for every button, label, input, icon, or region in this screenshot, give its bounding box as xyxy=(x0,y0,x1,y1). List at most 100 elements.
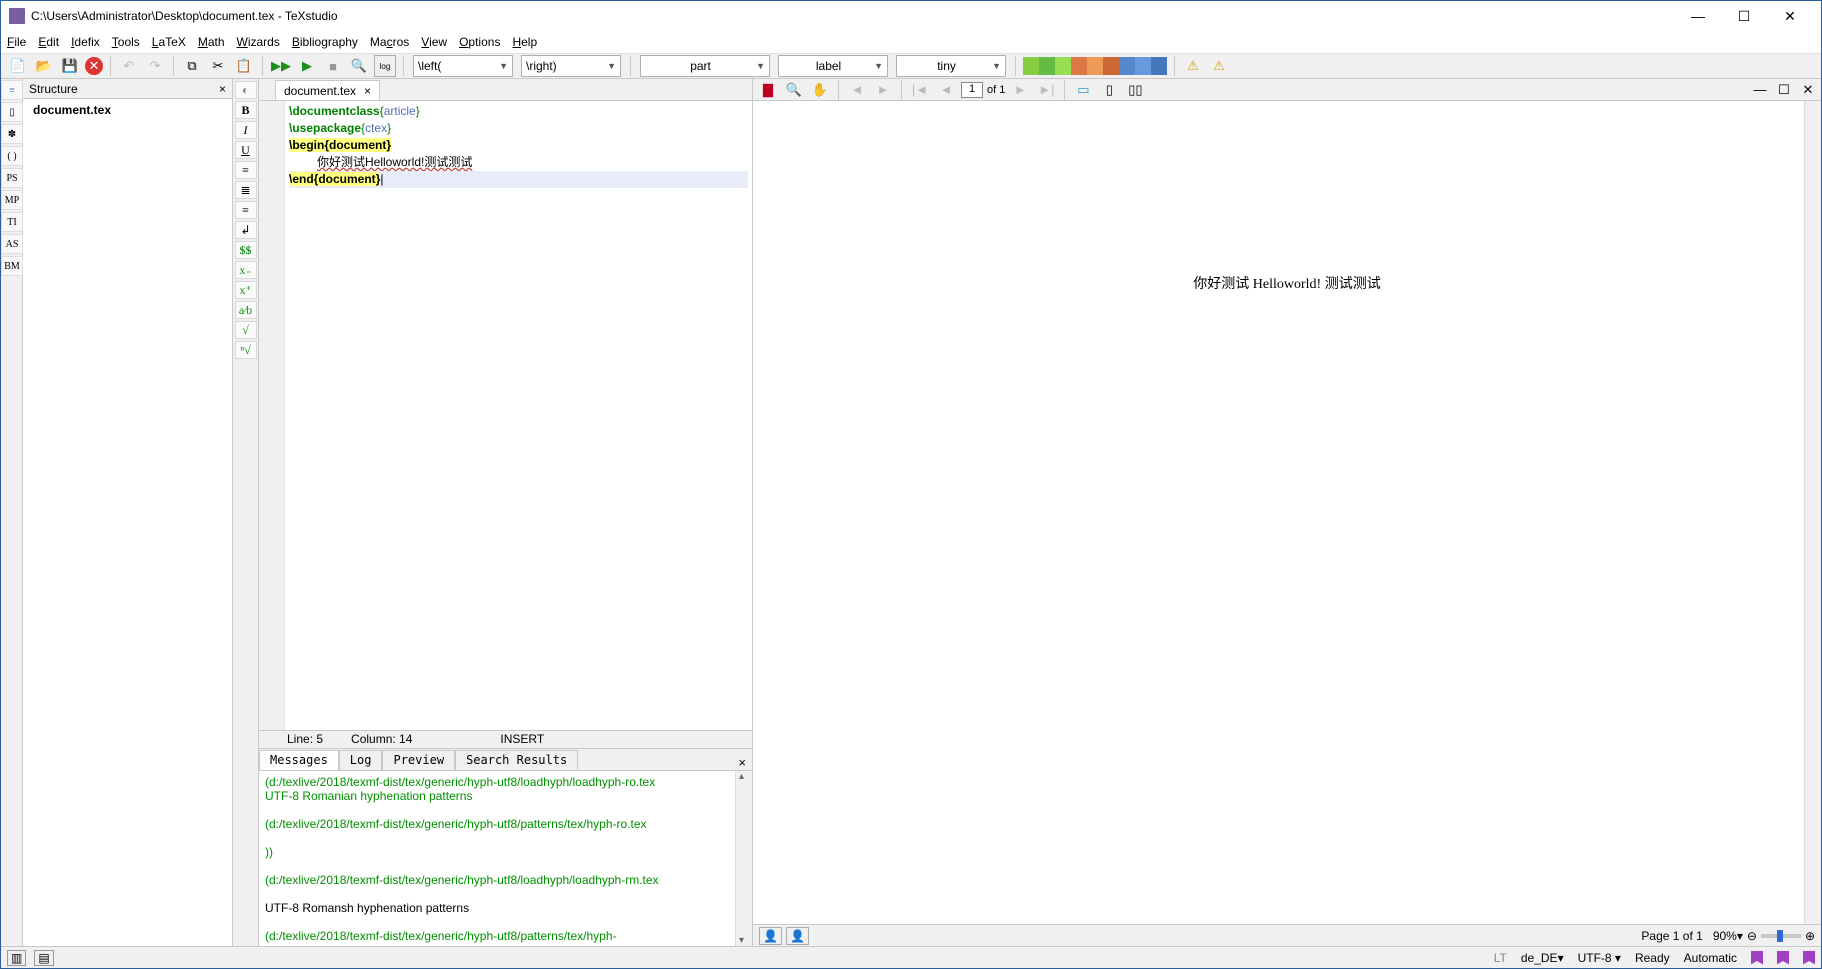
zoom-in-icon[interactable]: ⊕ xyxy=(1805,929,1815,943)
ref-dropdown[interactable]: label▼ xyxy=(778,55,888,77)
redo-icon[interactable]: ↷ xyxy=(144,55,166,77)
section-dropdown[interactable]: part▼ xyxy=(640,55,770,77)
prev-page-icon[interactable]: ◄ xyxy=(935,79,957,101)
preview-viewport[interactable]: 你好测试 Helloworld! 测试测试 xyxy=(753,101,1821,924)
editor-tab-document[interactable]: document.tex × xyxy=(275,80,380,100)
size-dropdown[interactable]: tiny▼ xyxy=(896,55,1006,77)
bookmark-1-icon[interactable] xyxy=(1751,951,1763,965)
next-page-icon[interactable]: ► xyxy=(1009,79,1031,101)
menu-options[interactable]: Options xyxy=(459,35,500,49)
undo-icon[interactable]: ↶ xyxy=(118,55,140,77)
stop-icon[interactable]: ■ xyxy=(322,55,344,77)
maximize-button[interactable]: ☐ xyxy=(1721,1,1767,31)
pdf-icon[interactable]: ▇ xyxy=(757,79,779,101)
hand-tool-icon[interactable]: ✋ xyxy=(809,79,831,101)
align-right-icon[interactable]: ≡ xyxy=(235,201,257,219)
preview-close-icon[interactable]: ✕ xyxy=(1797,79,1819,101)
page-number-input[interactable]: 1 xyxy=(961,82,983,98)
zoom-slider[interactable] xyxy=(1761,934,1801,938)
symbol-as-icon[interactable]: AS xyxy=(1,234,23,254)
last-page-icon[interactable]: ►| xyxy=(1035,79,1057,101)
panel-toggle-1-icon[interactable]: ▥ xyxy=(7,950,26,966)
nroot-icon[interactable]: ⁿ√ xyxy=(235,341,257,359)
symbol-ps-icon[interactable]: PS xyxy=(1,168,23,188)
new-file-icon[interactable]: 📄 xyxy=(7,55,29,77)
single-page-icon[interactable]: ▯ xyxy=(1098,79,1120,101)
copy-icon[interactable]: ⧉ xyxy=(181,55,203,77)
zoom-out-icon[interactable]: ⊖ xyxy=(1747,929,1757,943)
user-icon-1[interactable]: 👤 xyxy=(759,927,782,945)
save-icon[interactable]: 💾 xyxy=(59,55,81,77)
messages-body[interactable]: (d:/texlive/2018/texmf-dist/tex/generic/… xyxy=(259,770,752,946)
structure-toggle-icon[interactable]: ≡ xyxy=(1,80,23,100)
tab-preview[interactable]: Preview xyxy=(382,750,455,770)
code-editor[interactable]: \documentclass{article} \usepackage{ctex… xyxy=(259,101,752,730)
preview-max-icon[interactable]: ☐ xyxy=(1773,79,1795,101)
zoom-value[interactable]: 90%▾ xyxy=(1713,929,1743,943)
menu-tools[interactable]: Tools xyxy=(112,35,140,49)
alignment-palette[interactable] xyxy=(1023,57,1167,75)
symbol-star-icon[interactable]: ✽ xyxy=(1,124,23,144)
menu-wizards[interactable]: Wizards xyxy=(237,35,280,49)
language-selector[interactable]: de_DE▾ xyxy=(1521,951,1564,965)
view-log-icon[interactable]: log xyxy=(374,55,396,77)
frac-icon[interactable]: a⁄b xyxy=(235,301,257,319)
superscript-icon[interactable]: x⁺ xyxy=(235,281,257,299)
warning-prev-icon[interactable]: ⚠ xyxy=(1182,55,1204,77)
underline-button[interactable]: U xyxy=(235,141,257,159)
left-bracket-dropdown[interactable]: \left(▼ xyxy=(413,55,513,77)
continuous-icon[interactable]: ▯▯ xyxy=(1124,79,1146,101)
messages-close-icon[interactable]: × xyxy=(732,755,752,770)
bold-button[interactable]: B xyxy=(235,101,257,119)
open-file-icon[interactable]: 📂 xyxy=(33,55,55,77)
first-page-icon[interactable]: |◄ xyxy=(909,79,931,101)
italic-button[interactable]: I xyxy=(235,121,257,139)
symbol-brace-icon[interactable]: ( ) xyxy=(1,146,23,166)
view-pdf-icon[interactable]: 🔍 xyxy=(348,55,370,77)
menu-macros[interactable]: Macros xyxy=(370,35,409,49)
menu-edit[interactable]: Edit xyxy=(38,35,59,49)
structure-file-item[interactable]: document.tex xyxy=(33,103,222,117)
close-doc-icon[interactable]: ✕ xyxy=(85,57,103,75)
right-bracket-dropdown[interactable]: \right)▼ xyxy=(521,55,621,77)
menu-help[interactable]: Help xyxy=(512,35,537,49)
paste-icon[interactable]: 📋 xyxy=(233,55,255,77)
menu-file[interactable]: File xyxy=(7,35,26,49)
menu-bibliography[interactable]: Bibliography xyxy=(292,35,358,49)
encoding-selector[interactable]: UTF-8 ▾ xyxy=(1578,951,1621,965)
minimize-button[interactable]: — xyxy=(1675,1,1721,31)
tab-messages[interactable]: Messages xyxy=(259,750,339,770)
history-fwd-icon[interactable]: ► xyxy=(872,79,894,101)
bookmarks-icon[interactable]: ▯ xyxy=(1,102,23,122)
build-run-icon[interactable]: ▶▶ xyxy=(270,55,292,77)
zoom-tool-icon[interactable]: 🔍 xyxy=(783,79,805,101)
warning-next-icon[interactable]: ⚠ xyxy=(1208,55,1230,77)
newline-icon[interactable]: ↲ xyxy=(235,221,257,239)
menu-idefix[interactable]: Idefix xyxy=(71,35,100,49)
tab-close-icon[interactable]: × xyxy=(364,84,371,98)
preview-min-icon[interactable]: — xyxy=(1749,79,1771,101)
languagetool-icon[interactable]: LT xyxy=(1494,951,1507,965)
symbol-bm-icon[interactable]: BM xyxy=(1,256,23,276)
align-left-icon[interactable]: ≡ xyxy=(235,161,257,179)
tab-log[interactable]: Log xyxy=(339,750,383,770)
toggle-fmt-icon[interactable]: ◐ xyxy=(235,81,257,99)
messages-scrollbar[interactable] xyxy=(735,771,752,946)
bookmark-3-icon[interactable] xyxy=(1803,951,1815,965)
tab-search-results[interactable]: Search Results xyxy=(455,750,578,770)
symbol-ti-icon[interactable]: TI xyxy=(1,212,23,232)
preview-scrollbar[interactable] xyxy=(1804,101,1821,924)
bookmark-2-icon[interactable] xyxy=(1777,951,1789,965)
sqrt-icon[interactable]: √ xyxy=(235,321,257,339)
history-back-icon[interactable]: ◄ xyxy=(846,79,868,101)
menu-latex[interactable]: LaTeX xyxy=(152,35,186,49)
user-icon-2[interactable]: 👤 xyxy=(786,927,809,945)
compile-icon[interactable]: ▶ xyxy=(296,55,318,77)
menu-view[interactable]: View xyxy=(421,35,447,49)
menu-math[interactable]: Math xyxy=(198,35,225,49)
structure-close-icon[interactable]: × xyxy=(219,82,226,96)
symbol-mp-icon[interactable]: MP xyxy=(1,190,23,210)
align-center-icon[interactable]: ≣ xyxy=(235,181,257,199)
close-button[interactable]: ✕ xyxy=(1767,1,1813,31)
subscript-icon[interactable]: x₋ xyxy=(235,261,257,279)
